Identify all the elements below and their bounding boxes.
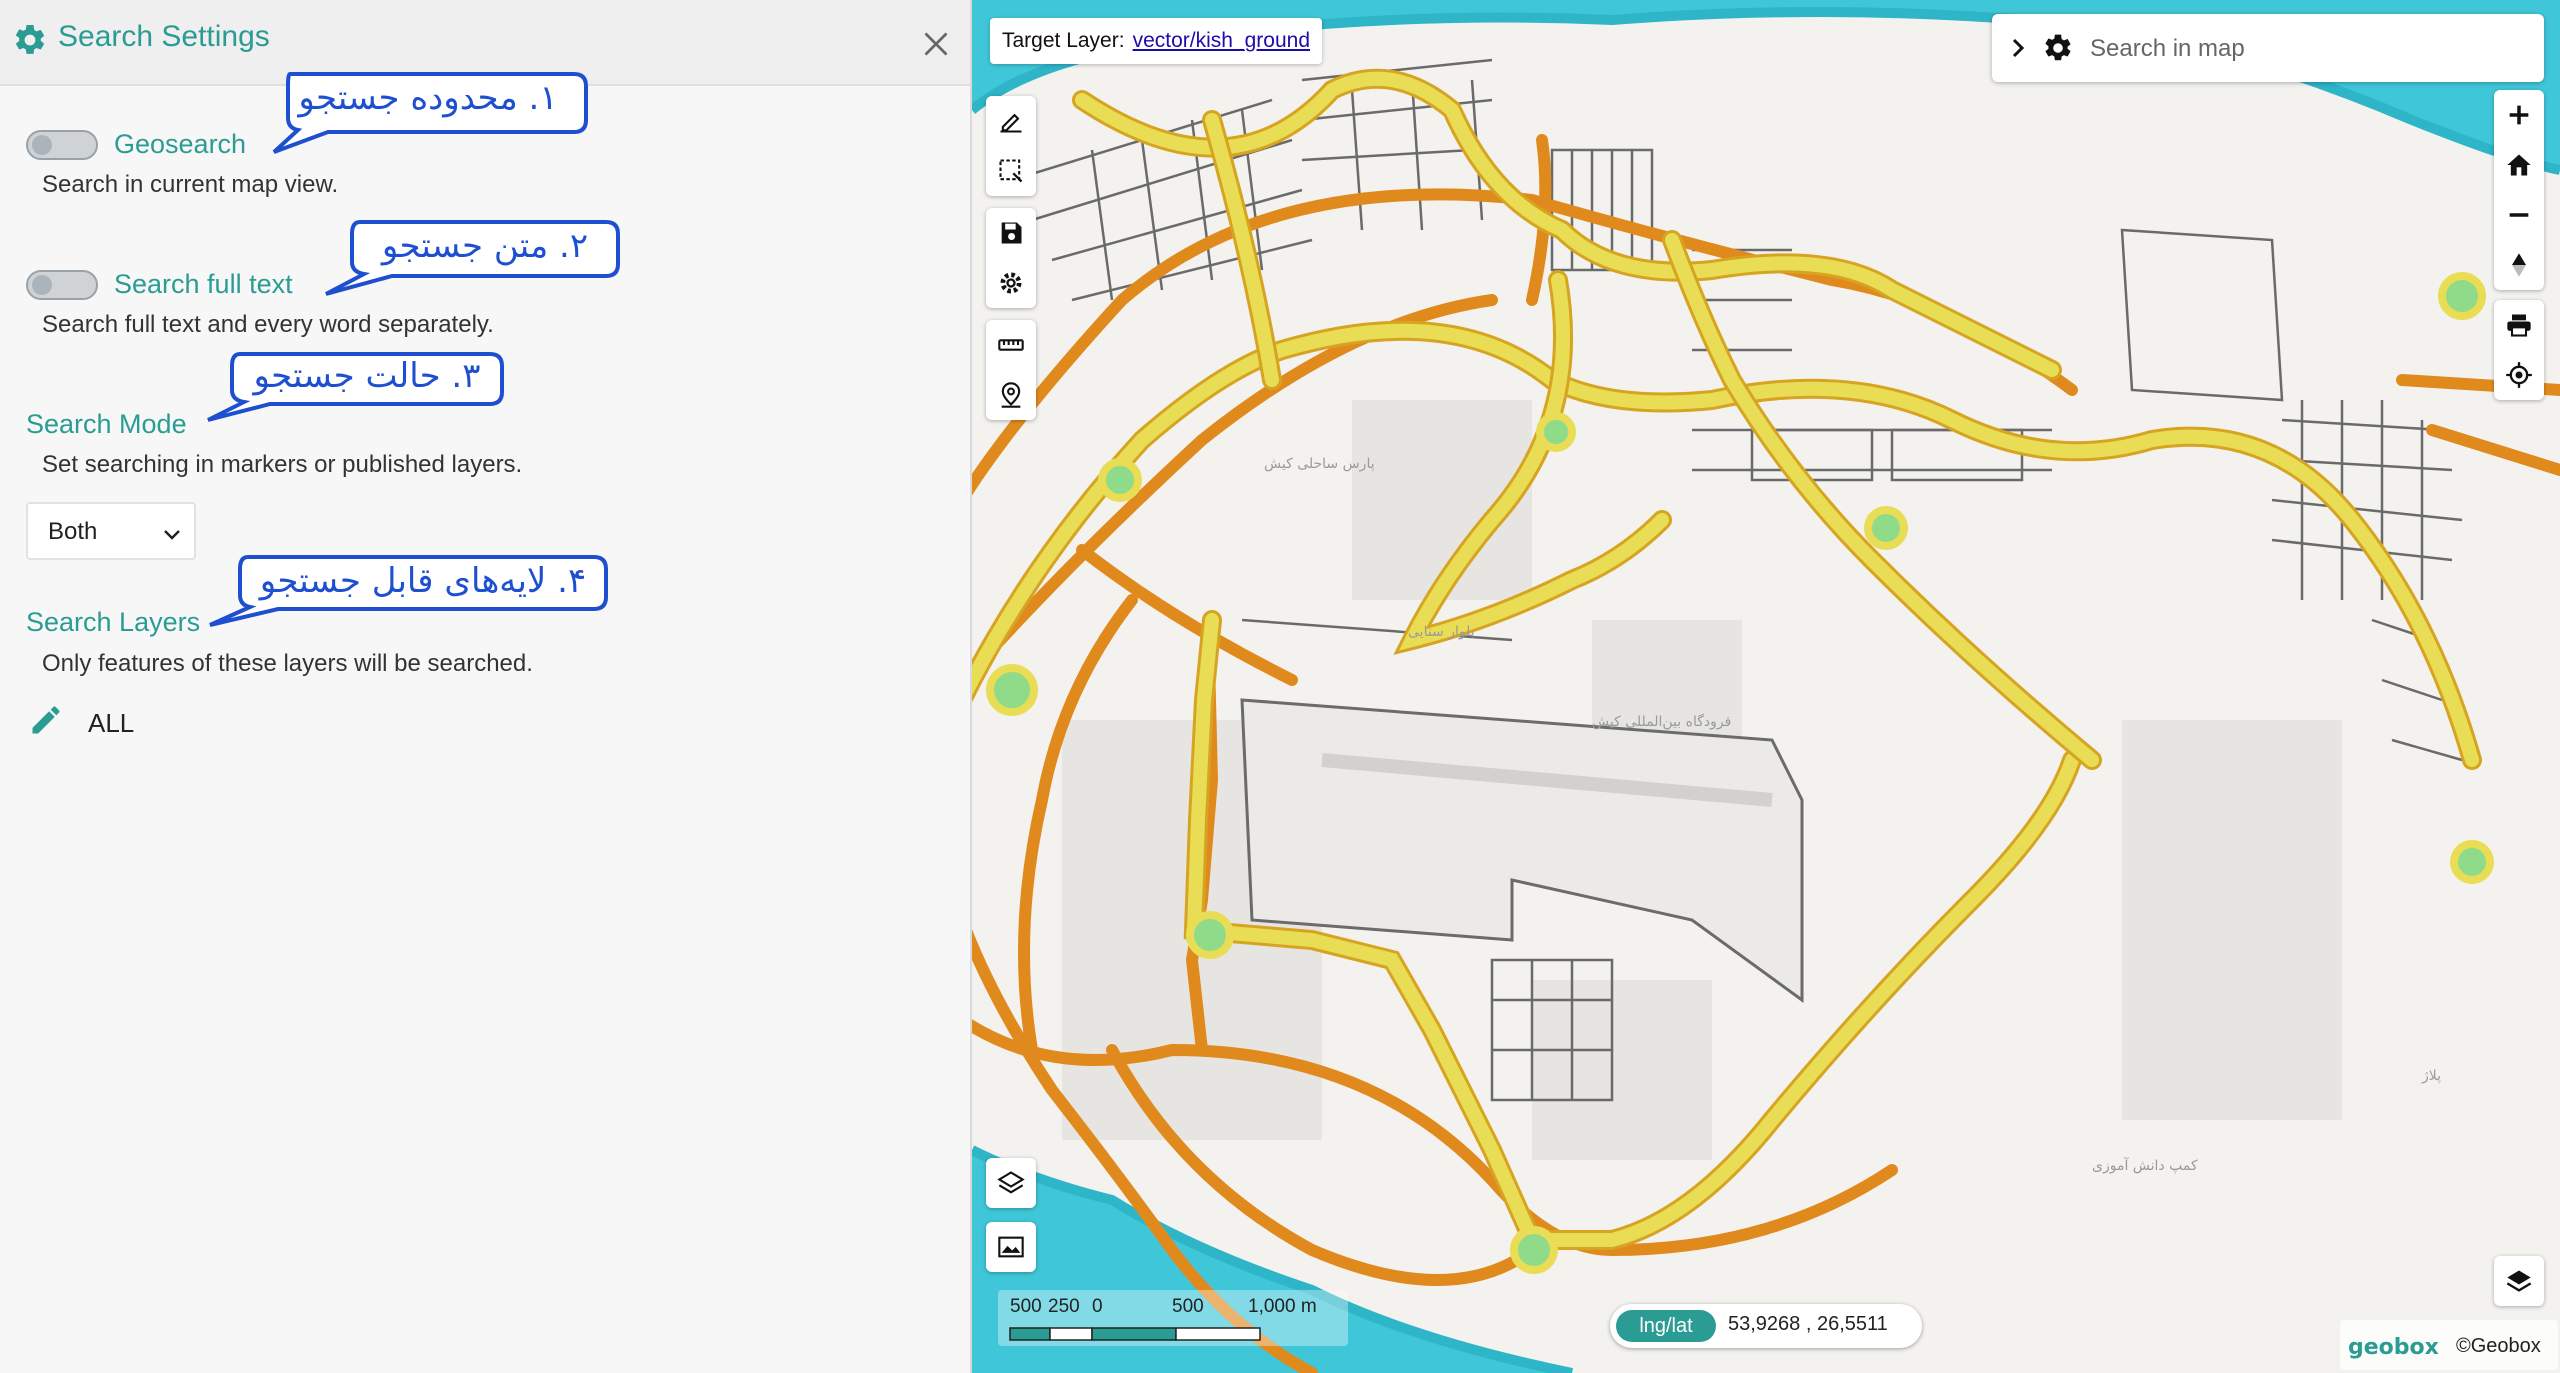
toggle-knob (32, 275, 52, 295)
file-tools (986, 208, 1036, 308)
marker-button[interactable] (986, 370, 1036, 420)
zoom-in-icon (2509, 105, 2529, 125)
target-layer-label: Target Layer: (1002, 29, 1125, 52)
search-mode-value: Both (48, 518, 98, 545)
locate-icon (2506, 362, 2532, 388)
basemap-button[interactable] (986, 1222, 1036, 1272)
target-layer-box: Target Layer: vector/kish_ground (990, 18, 1323, 64)
coordinates-box: lng/lat 53,9268 , 26,5511 (1610, 1304, 1922, 1348)
zoom-in-button[interactable] (2494, 90, 2544, 140)
geobox-logo: geobox (2348, 1335, 2439, 1360)
toggle-knob (32, 135, 52, 155)
map-view[interactable]: پارس ساحلی کیش بلوار سنایی فرودگاه بین‌ا… (972, 0, 2560, 1373)
callout-1-text: ۱. محدوده جستجو (298, 78, 558, 118)
place-label: پارس ساحلی کیش (1264, 456, 1375, 472)
place-label: پلاژ (2421, 1068, 2441, 1084)
scale-bar: 500 250 0 500 1,000 m (998, 1290, 1348, 1346)
locate-button[interactable] (2494, 350, 2544, 400)
chevron-down-icon (164, 530, 180, 540)
scale-ruler (1009, 1327, 1261, 1341)
map-search-box (1992, 14, 2544, 82)
callout-4-text: ۴. لایه‌های قابل جستجو (259, 561, 587, 601)
search-layers-label: Search Layers (26, 607, 201, 637)
search-mode-description: Set searching in markers or published la… (42, 451, 523, 478)
save-button[interactable] (986, 208, 1036, 258)
place-label: کمپ دانش آموزی (2092, 1157, 2198, 1174)
layers-icon (997, 1171, 1025, 1194)
callout-4: ۴. لایه‌های قابل جستجو (206, 553, 608, 633)
place-label: فرودگاه بین‌المللی کیش (1592, 713, 1731, 730)
callout-3: ۳. حالت جستجو (204, 350, 504, 440)
draw-tools (986, 96, 1036, 196)
geosearch-toggle[interactable] (26, 130, 98, 160)
geosearch-description: Search in current map view. (42, 171, 339, 198)
search-mode-select[interactable]: Both (26, 502, 196, 560)
print-controls (2494, 300, 2544, 400)
full-text-label: Search full text (114, 269, 293, 299)
home-icon (2507, 154, 2531, 176)
map-settings-button[interactable] (986, 258, 1036, 308)
layer-switcher-button[interactable] (2494, 1256, 2544, 1306)
save-icon (1001, 222, 1022, 244)
target-layer-link[interactable]: vector/kish_ground (1133, 29, 1310, 52)
home-button[interactable] (2494, 140, 2544, 190)
north-arrow-icon (2512, 253, 2526, 277)
select-area-button[interactable] (986, 146, 1036, 196)
geosearch-label: Geosearch (114, 129, 247, 159)
zoom-controls (2494, 90, 2544, 290)
callout-3-text: ۳. حالت جستجو (253, 356, 481, 396)
attribution: geobox ©Geobox (2340, 1320, 2558, 1370)
print-icon (2507, 314, 2531, 337)
layers-control (986, 1158, 1036, 1208)
basemap-control (986, 1222, 1036, 1272)
measure-tools (986, 320, 1036, 420)
callout-1: ۱. محدوده جستجو (268, 70, 590, 170)
print-button[interactable] (2494, 300, 2544, 350)
gear-icon[interactable] (2042, 32, 2074, 64)
close-icon[interactable] (918, 26, 954, 62)
measure-icon (998, 339, 1024, 351)
select-area-icon (999, 159, 1023, 183)
zoom-out-icon (2509, 213, 2529, 217)
zoom-out-button[interactable] (2494, 190, 2544, 240)
search-settings-panel: Search Settings Geosearch Search in curr… (0, 0, 972, 1373)
place-label: بلوار سنایی (1408, 624, 1475, 640)
basemap-icon (998, 1236, 1024, 1258)
callout-2-text: ۲. متن جستجو (381, 226, 589, 266)
chevron-right-icon[interactable] (2006, 36, 2030, 60)
layer-switcher (2494, 1256, 2544, 1306)
full-text-toggle[interactable] (26, 270, 98, 300)
layers-button[interactable] (986, 1158, 1036, 1208)
map-search-input[interactable] (2088, 28, 2522, 70)
search-mode-label: Search Mode (26, 409, 187, 439)
attribution-text: ©Geobox (2456, 1335, 2541, 1357)
callout-2: ۲. متن جستجو (322, 218, 622, 318)
draw-icon (1000, 113, 1022, 133)
measure-button[interactable] (986, 320, 1036, 370)
north-button[interactable] (2494, 240, 2544, 290)
search-layers-description: Only features of these layers will be se… (42, 650, 533, 677)
coordinates-toggle[interactable]: lng/lat (1616, 1310, 1716, 1342)
marker-icon (1001, 382, 1021, 408)
gear-icon (15, 24, 45, 54)
pencil-icon[interactable] (28, 702, 64, 738)
search-layers-value: ALL (88, 708, 135, 738)
settings-icon (1000, 272, 1022, 294)
geobox-logo-text: geobox (2348, 1335, 2439, 1360)
panel-title: Search Settings (58, 20, 270, 53)
map-canvas[interactable]: پارس ساحلی کیش بلوار سنایی فرودگاه بین‌ا… (972, 0, 2560, 1373)
layers-icon (2506, 1270, 2532, 1292)
draw-button[interactable] (986, 96, 1036, 146)
coordinates-value: 53,9268 , 26,5511 (1728, 1313, 1888, 1335)
